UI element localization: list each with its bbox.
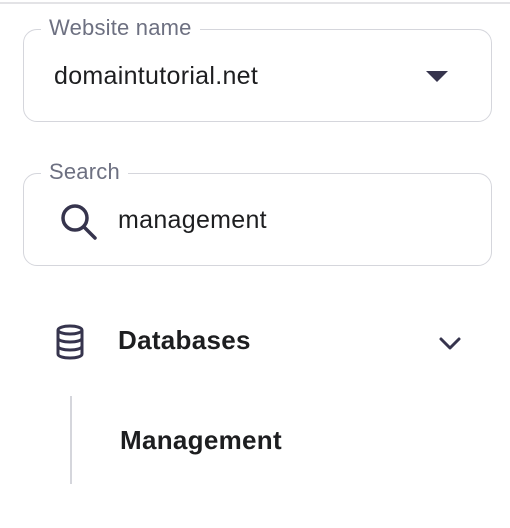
sidebar-item-databases-label: Databases: [118, 325, 251, 355]
search-input[interactable]: management: [118, 204, 267, 236]
website-name-value: domaintutorial.net: [54, 62, 259, 90]
search-field[interactable]: Search management: [23, 158, 492, 266]
submenu-divider: [70, 396, 72, 484]
website-name-label: Website name: [41, 14, 200, 42]
database-icon: [56, 324, 84, 360]
search-label: Search: [41, 158, 128, 186]
top-divider: [0, 2, 510, 4]
website-name-select[interactable]: Website name domaintutorial.net: [23, 14, 492, 122]
chevron-down-icon[interactable]: [436, 329, 464, 357]
search-icon: [61, 204, 97, 240]
caret-down-icon[interactable]: [426, 71, 448, 82]
sidebar-item-databases[interactable]: Databases: [50, 313, 470, 369]
sidebar-item-management[interactable]: Management: [120, 423, 282, 457]
